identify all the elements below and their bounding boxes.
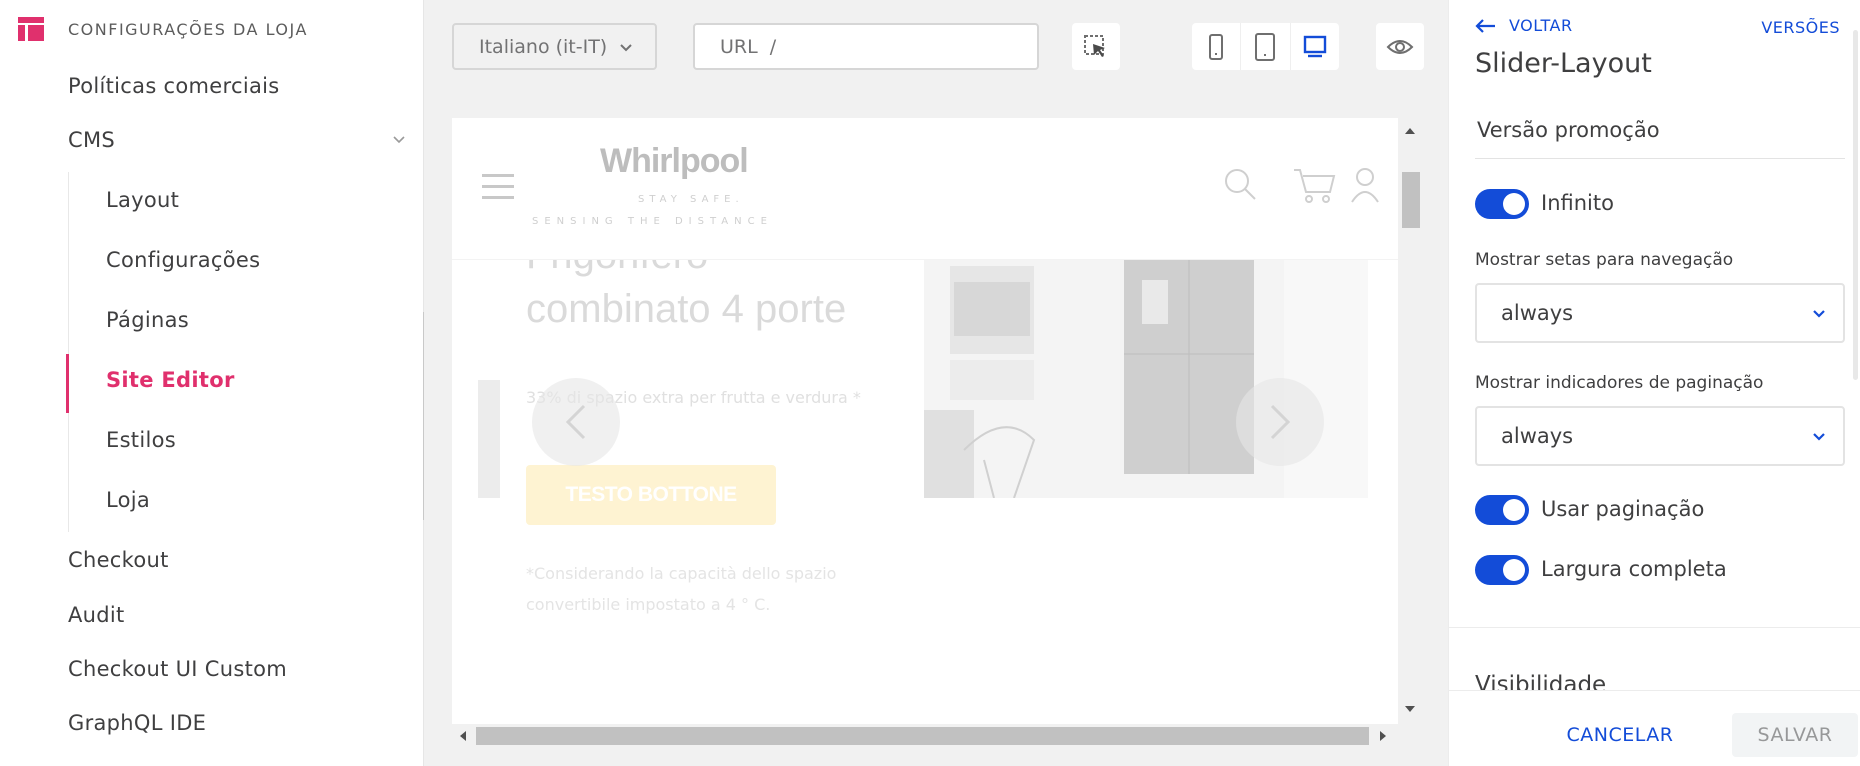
full-width-label: Largura completa	[1541, 557, 1727, 581]
infinite-label: Infinito	[1541, 191, 1614, 215]
sidebar-subitem-layout[interactable]: Layout	[106, 188, 179, 212]
sidebar-item-graphql-ide[interactable]: GraphQL IDE	[68, 711, 206, 735]
back-button[interactable]: VOLTAR	[1475, 16, 1573, 35]
mobile-icon	[1209, 33, 1224, 60]
sidebar-title: CONFIGURAÇÕES DA LOJA	[68, 19, 308, 39]
sidebar: CONFIGURAÇÕES DA LOJA Políticas comercia…	[0, 0, 426, 766]
scroll-left-arrow-icon[interactable]	[458, 730, 468, 742]
preview-horizontal-scroll-thumb[interactable]	[476, 727, 1369, 745]
scroll-right-arrow-icon[interactable]	[1378, 730, 1388, 742]
full-width-toggle[interactable]	[1475, 555, 1529, 585]
chevron-down-icon	[620, 43, 632, 51]
arrows-select-value: always	[1501, 301, 1574, 325]
sidebar-subitem-estilos[interactable]: Estilos	[106, 428, 176, 452]
section-separator	[1449, 627, 1860, 628]
editor-canvas-area: Italiano (it-IT) URL / combinato 4 porte…	[424, 0, 1448, 766]
vtex-admin-logo-icon	[18, 17, 44, 41]
chevron-down-icon	[1813, 310, 1825, 318]
sidebar-subitem-site-editor[interactable]: Site Editor	[106, 368, 235, 392]
eye-icon	[1386, 39, 1414, 54]
sidebar-header: CONFIGURAÇÕES DA LOJA	[18, 14, 308, 44]
use-pagination-label: Usar paginação	[1541, 497, 1705, 521]
version-name[interactable]: Versão promoção	[1477, 118, 1660, 142]
use-pagination-toggle[interactable]	[1475, 495, 1529, 525]
sidebar-item-checkout[interactable]: Checkout	[68, 548, 169, 572]
versions-link[interactable]: VERSÕES	[1761, 18, 1840, 37]
chevron-down-icon[interactable]	[392, 132, 406, 146]
chevron-left-icon	[565, 404, 586, 440]
scroll-down-arrow-icon[interactable]	[1404, 704, 1416, 714]
hero-product-image	[924, 260, 1368, 498]
sidebar-item-politicas-comerciais[interactable]: Políticas comerciais	[68, 74, 280, 98]
search-icon[interactable]	[1222, 166, 1258, 202]
save-button[interactable]: SALVAR	[1732, 713, 1858, 757]
user-icon[interactable]	[1350, 166, 1380, 204]
desktop-icon	[1303, 35, 1327, 57]
sidebar-item-checkout-ui-custom[interactable]: Checkout UI Custom	[68, 657, 287, 681]
back-label: VOLTAR	[1509, 16, 1573, 35]
desktop-device-button[interactable]	[1291, 23, 1339, 70]
cursor-select-icon	[1084, 34, 1105, 57]
tablet-icon	[1255, 32, 1276, 61]
sidebar-subitem-loja[interactable]: Loja	[106, 488, 150, 512]
submenu-guide-line	[68, 172, 69, 532]
block-editor-panel: VOLTAR VERSÕES Slider-Layout Versão prom…	[1448, 0, 1860, 766]
cart-icon[interactable]	[1292, 166, 1336, 204]
arrows-select[interactable]: always	[1475, 283, 1845, 343]
hero-cta-button[interactable]: TESTO BOTTONE	[526, 465, 776, 525]
language-select-value: Italiano (it-IT)	[479, 35, 608, 58]
active-indicator	[66, 354, 69, 413]
sidebar-item-cms[interactable]: CMS	[68, 128, 115, 152]
logo-tagline: STAY SAFE.	[638, 194, 744, 205]
panel-title: Slider-Layout	[1475, 48, 1652, 79]
sidebar-subitem-paginas[interactable]: Páginas	[106, 308, 189, 332]
chevron-down-icon	[1813, 433, 1825, 441]
menu-hamburger-icon[interactable]	[482, 174, 514, 200]
site-preview-frame[interactable]: Frigorifero combinato 4 porte 33% di spa…	[452, 118, 1398, 724]
preview-vertical-scroll-thumb[interactable]	[1402, 172, 1420, 228]
url-path: /	[769, 35, 777, 58]
panel-scrollbar[interactable]	[1853, 30, 1858, 380]
dots-field-label: Mostrar indicadores de paginação	[1475, 373, 1764, 393]
arrow-left-icon	[1475, 18, 1495, 33]
sidebar-subitem-configuracoes[interactable]: Configurações	[106, 248, 260, 272]
device-switcher	[1192, 23, 1339, 70]
language-select[interactable]: Italiano (it-IT)	[452, 23, 657, 70]
mobile-device-button[interactable]	[1192, 23, 1242, 70]
chevron-right-icon	[1270, 404, 1291, 440]
cancel-button[interactable]: CANCELAR	[1557, 713, 1683, 757]
scroll-up-arrow-icon[interactable]	[1404, 126, 1416, 136]
whirlpool-logo[interactable]: Whirlpool	[600, 142, 749, 181]
infinite-toggle[interactable]	[1475, 189, 1529, 219]
previous-slide-peek	[478, 380, 500, 498]
sidebar-item-audit[interactable]: Audit	[68, 603, 125, 627]
url-input[interactable]: URL /	[693, 23, 1039, 70]
arrows-field-label: Mostrar setas para navegação	[1475, 250, 1734, 270]
store-header: Whirlpool STAY SAFE. SENSING THE DISTANC…	[452, 118, 1398, 260]
dots-select[interactable]: always	[1475, 406, 1845, 466]
tablet-device-button[interactable]	[1241, 23, 1291, 70]
logo-subtagline: SENSING THE DISTANCE	[532, 216, 773, 227]
divider	[1475, 158, 1845, 159]
select-element-button[interactable]	[1072, 23, 1120, 70]
preview-button[interactable]	[1376, 23, 1424, 70]
url-label: URL	[720, 35, 758, 58]
slider-next-arrow[interactable]	[1236, 378, 1324, 466]
panel-footer: CANCELAR SALVAR	[1449, 690, 1860, 766]
hero-footnote: *Considerando la capacità dello spazio c…	[526, 564, 837, 614]
dots-select-value: always	[1501, 424, 1574, 448]
slider-prev-arrow[interactable]	[532, 378, 620, 466]
